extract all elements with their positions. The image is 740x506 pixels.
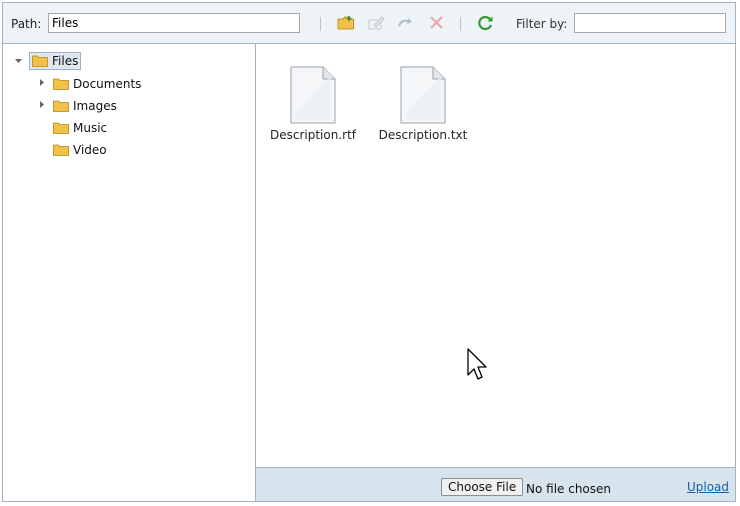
tree-item-label: Files xyxy=(52,54,79,68)
upload-bar: Choose File No file chosen Upload xyxy=(256,467,735,501)
folder-icon xyxy=(53,144,69,156)
folder-open-icon xyxy=(32,55,48,67)
file-name: Description.rtf xyxy=(269,128,357,142)
document-icon xyxy=(290,66,336,124)
toolbar: Path: Files Filter by: xyxy=(3,3,735,44)
no-file-status: No file chosen xyxy=(526,482,612,496)
folder-icon xyxy=(53,78,69,90)
tree-item-images[interactable]: Images xyxy=(53,97,117,115)
expand-arrow-icon[interactable] xyxy=(38,79,46,87)
delete-icon[interactable] xyxy=(428,15,446,31)
file-name: Description.txt xyxy=(378,128,468,142)
document-icon xyxy=(400,66,446,124)
folder-tree: Files Documents Images Music Video xyxy=(3,44,256,501)
collapse-arrow-icon[interactable] xyxy=(15,57,23,65)
expand-arrow-icon[interactable] xyxy=(38,101,46,109)
refresh-icon[interactable] xyxy=(477,15,495,31)
folder-icon xyxy=(53,100,69,112)
tree-item-label: Music xyxy=(73,121,108,135)
filter-input[interactable] xyxy=(574,13,726,33)
path-label: Path: xyxy=(11,17,42,31)
file-item[interactable]: Description.txt xyxy=(378,66,468,142)
path-input[interactable] xyxy=(48,13,300,33)
mouse-cursor-icon xyxy=(467,348,487,380)
tree-item-video[interactable]: Video xyxy=(53,141,107,159)
file-item[interactable]: Description.rtf xyxy=(268,66,358,142)
tree-item-label: Documents xyxy=(73,77,142,91)
choose-file-button[interactable]: Choose File xyxy=(441,478,524,496)
new-folder-icon[interactable] xyxy=(337,15,355,31)
filter-label: Filter by: xyxy=(516,17,568,31)
rename-icon[interactable] xyxy=(367,15,385,31)
tree-item-documents[interactable]: Documents xyxy=(53,75,141,93)
folder-icon xyxy=(53,122,69,134)
tree-item-label: Video xyxy=(73,143,107,157)
file-list: Description.rtf Description.txt xyxy=(256,44,735,467)
tree-item-root[interactable]: Files xyxy=(29,52,82,70)
tree-item-music[interactable]: Music xyxy=(53,119,107,137)
toolbar-separator xyxy=(460,17,461,31)
upload-link[interactable]: Upload xyxy=(687,480,729,494)
tree-item-label: Images xyxy=(73,99,117,113)
move-icon[interactable] xyxy=(397,15,415,31)
toolbar-separator xyxy=(320,17,321,31)
file-manager: Path: Files Filter by: Files Documents I… xyxy=(2,2,736,502)
